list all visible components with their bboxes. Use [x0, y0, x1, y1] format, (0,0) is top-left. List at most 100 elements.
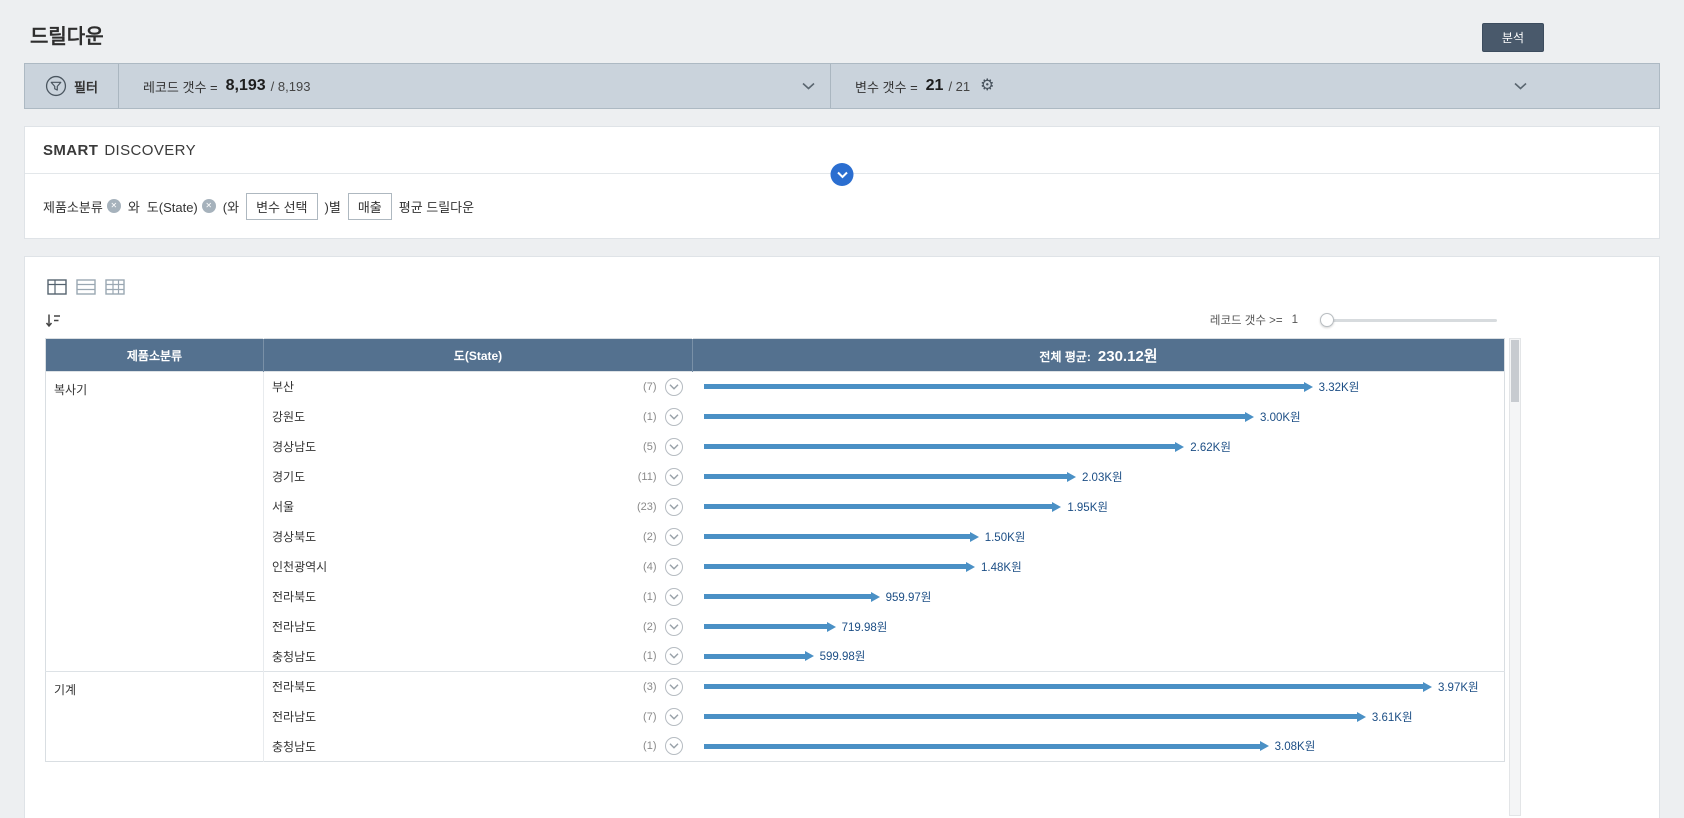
filter-toggle[interactable]: 필터 — [25, 64, 119, 108]
table-row: 충청남도(1)3.08K원 — [46, 732, 1505, 762]
value-label: 1.95K원 — [1067, 499, 1108, 515]
record-count-badge: (2) — [643, 621, 656, 633]
top-header: 드릴다운 분석 — [0, 0, 1684, 63]
value-bar — [704, 442, 1185, 452]
record-count-label: 레코드 갯수 = — [143, 77, 218, 96]
value-bar — [704, 532, 979, 542]
table-row: 전라남도(2)719.98원 — [46, 612, 1505, 642]
expand-row-button[interactable] — [665, 408, 683, 426]
chevron-down-icon[interactable] — [1514, 82, 1527, 90]
table-row: 전라북도(1)959.97원 — [46, 582, 1505, 612]
value-label: 3.00K원 — [1260, 409, 1301, 425]
column-header-average[interactable]: 전체 평균:230.12원 — [693, 339, 1505, 372]
expand-row-button[interactable] — [665, 678, 683, 696]
table-row: 인천광역시(4)1.48K원 — [46, 552, 1505, 582]
table-row: 강원도(1)3.00K원 — [46, 402, 1505, 432]
record-count-value: 8,193 — [226, 77, 266, 95]
value-label: 1.48K원 — [981, 559, 1022, 575]
variable-count-value: 21 — [926, 77, 944, 95]
record-count-badge: (23) — [637, 501, 657, 513]
record-threshold-label: 레코드 갯수 >= — [1210, 312, 1283, 328]
chevron-down-icon[interactable] — [802, 82, 815, 90]
table-row: 경상남도(5)2.62K원 — [46, 432, 1505, 462]
collapse-discovery-button[interactable] — [831, 163, 854, 186]
table-toolbar: 레코드 갯수 >= 1 — [45, 310, 1639, 330]
value-label: 2.62K원 — [1190, 439, 1231, 455]
view-rows-icon[interactable] — [74, 277, 98, 297]
region-label: 충청남도 — [272, 648, 316, 665]
record-count-badge: (4) — [643, 561, 656, 573]
expand-row-button[interactable] — [665, 647, 683, 665]
expand-row-button[interactable] — [665, 438, 683, 456]
filter-label: 필터 — [74, 77, 98, 96]
group-cell: 복사기 — [46, 372, 264, 672]
record-threshold-slider[interactable] — [1321, 319, 1497, 322]
value-bar — [704, 502, 1062, 512]
table-row: 경상북도(2)1.50K원 — [46, 522, 1505, 552]
record-count-section[interactable]: 레코드 갯수 = 8,193 / 8,193 — [119, 64, 831, 108]
table-row: 전라남도(7)3.61K원 — [46, 702, 1505, 732]
table-row: 복사기부산(7)3.32K원 — [46, 372, 1505, 402]
expand-row-button[interactable] — [665, 708, 683, 726]
query-open-paren: (와 — [223, 197, 239, 216]
region-label: 경상북도 — [272, 528, 316, 545]
value-bar — [704, 741, 1269, 751]
chevron-down-icon — [836, 171, 848, 179]
record-count-badge: (5) — [643, 441, 656, 453]
expand-row-button[interactable] — [665, 378, 683, 396]
region-label: 부산 — [272, 378, 294, 395]
scrollbar-thumb[interactable] — [1511, 340, 1519, 402]
expand-row-button[interactable] — [665, 558, 683, 576]
sort-icon[interactable] — [45, 313, 61, 328]
value-bar — [704, 562, 976, 572]
region-label: 전라남도 — [272, 708, 316, 725]
remove-dimension-icon[interactable] — [202, 199, 216, 213]
value-bar — [704, 651, 814, 661]
region-label: 경기도 — [272, 468, 305, 485]
table-row: 경기도(11)2.03K원 — [46, 462, 1505, 492]
expand-row-button[interactable] — [665, 468, 683, 486]
query-tail: 평균 드릴다운 — [399, 197, 474, 216]
expand-row-button[interactable] — [665, 618, 683, 636]
value-bar — [704, 412, 1255, 422]
value-label: 3.32K원 — [1319, 379, 1360, 395]
expand-row-button[interactable] — [665, 588, 683, 606]
value-label: 2.03K원 — [1082, 469, 1123, 485]
value-bar — [704, 592, 880, 602]
expand-row-button[interactable] — [665, 528, 683, 546]
gear-icon[interactable]: ⚙ — [980, 78, 994, 94]
remove-dimension-icon[interactable] — [107, 199, 121, 213]
analyze-button[interactable]: 분석 — [1482, 23, 1544, 52]
expand-row-button[interactable] — [665, 498, 683, 516]
vertical-scrollbar[interactable] — [1509, 338, 1521, 816]
column-header-state[interactable]: 도(State) — [264, 339, 693, 372]
query-close-paren: )별 — [325, 197, 341, 216]
filter-bar: 필터 레코드 갯수 = 8,193 / 8,193 변수 갯수 = 21 / 2… — [24, 63, 1660, 109]
view-table-icon[interactable] — [45, 277, 69, 297]
region-label: 전라남도 — [272, 618, 316, 635]
region-label: 전라북도 — [272, 678, 316, 695]
record-count-total: / 8,193 — [271, 79, 311, 94]
value-label: 1.50K원 — [985, 529, 1026, 545]
slider-knob[interactable] — [1320, 313, 1334, 327]
drilldown-table-area: 제품소분류 도(State) 전체 평균:230.12원 복사기부산(7)3.3… — [45, 338, 1639, 816]
table-row: 서울(23)1.95K원 — [46, 492, 1505, 522]
page-title: 드릴다운 — [30, 20, 104, 49]
value-bar — [704, 382, 1313, 392]
measure-chip[interactable]: 매출 — [348, 193, 392, 220]
table-row: 기계전라북도(3)3.97K원 — [46, 672, 1505, 702]
region-label: 충청남도 — [272, 738, 316, 755]
value-label: 599.98원 — [820, 648, 866, 664]
value-label: 959.97원 — [886, 589, 932, 605]
table-row: 충청남도(1)599.98원 — [46, 642, 1505, 672]
view-grid-icon[interactable] — [103, 277, 127, 297]
value-bar — [704, 712, 1366, 722]
record-threshold-value: 1 — [1292, 314, 1298, 326]
expand-row-button[interactable] — [665, 737, 683, 755]
value-label: 3.08K원 — [1275, 738, 1316, 754]
variable-count-section[interactable]: 변수 갯수 = 21 / 21 ⚙ — [831, 64, 1659, 108]
variable-count-label: 변수 갯수 = — [855, 77, 918, 96]
column-header-subcategory[interactable]: 제품소분류 — [46, 339, 264, 372]
variable-select-chip[interactable]: 변수 선택 — [246, 193, 317, 220]
drilldown-table: 제품소분류 도(State) 전체 평균:230.12원 복사기부산(7)3.3… — [45, 338, 1505, 762]
